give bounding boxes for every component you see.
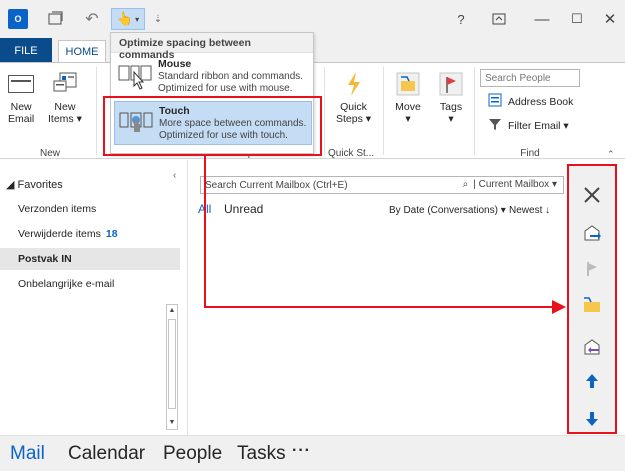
unread-count-badge: 18 [105, 228, 118, 240]
group-label-new: New [39, 148, 60, 159]
send-receive-icon[interactable] [46, 8, 66, 30]
flag-icon [438, 71, 464, 96]
quick-steps-button[interactable]: Quick Steps ▾ [336, 71, 371, 125]
help-button[interactable]: ? [448, 6, 474, 32]
search-scope-dropdown[interactable]: | Current Mailbox ▾ [473, 179, 557, 190]
outlook-logo-icon: O [8, 9, 28, 29]
ribbon-display-options-icon[interactable] [486, 6, 512, 32]
collapse-folder-pane-icon[interactable]: ‹ [173, 170, 176, 181]
search-icon[interactable]: ⌕ [463, 179, 469, 190]
folder-sent-items[interactable]: Verzonden items [0, 198, 180, 220]
folder-junk-email[interactable]: Onbelangrijke e-mail [0, 273, 180, 295]
close-icon[interactable]: ✕ [597, 6, 623, 32]
filter-unread[interactable]: Unread [224, 202, 263, 216]
folder-scrollbar[interactable]: ▲ ▼ [166, 304, 178, 430]
chevron-down-icon: ▾ [135, 14, 140, 24]
collapse-ribbon-icon[interactable]: ⌃ [607, 149, 615, 160]
sort-order-toggle[interactable]: Newest ↓ [509, 205, 550, 216]
filter-email-button[interactable]: Filter Email ▾ [488, 117, 569, 134]
message-list: Search Current Mailbox (Ctrl+E) ⌕ | Curr… [189, 160, 567, 435]
folder-inbox[interactable]: Postvak IN [0, 248, 180, 270]
mouse-mode-icon [118, 60, 152, 92]
group-separator [383, 67, 384, 155]
address-book-icon [488, 93, 502, 110]
new-email-button[interactable]: New Email [8, 71, 34, 125]
favorites-header[interactable]: ◢ Favorites [6, 178, 63, 191]
folder-deleted-items[interactable]: Verwijderde items 18 [0, 223, 180, 245]
touch-mouse-mode-button[interactable]: 👆 ▾ [111, 8, 145, 30]
new-items-button[interactable]: New Items ▾ [48, 71, 82, 125]
group-separator [324, 67, 325, 155]
sort-by-dropdown[interactable]: By Date (Conversations) ▾ [389, 205, 506, 216]
navigation-bar: Mail Calendar People Tasks ··· [0, 435, 625, 471]
annotation-highlight-touch-option [103, 96, 322, 156]
lightning-icon [341, 71, 367, 96]
filter-all[interactable]: All [198, 202, 211, 216]
search-people-input[interactable] [480, 69, 580, 87]
move-button[interactable]: Move ▾ [395, 71, 421, 125]
scroll-up-icon[interactable]: ▲ [167, 305, 177, 317]
menu-header: Optimize spacing between commands [111, 33, 313, 61]
annotation-highlight-touch-bar [567, 164, 617, 434]
tags-button[interactable]: Tags ▾ [438, 71, 464, 125]
minimize-icon[interactable]: — [529, 6, 555, 32]
group-separator [96, 67, 97, 155]
mail-icon [8, 71, 35, 95]
maximize-icon[interactable]: ☐ [564, 6, 590, 32]
customize-qat-icon[interactable]: ⇣ [150, 8, 166, 30]
new-items-icon [52, 71, 78, 95]
tab-home[interactable]: HOME [58, 40, 106, 63]
scroll-thumb[interactable] [168, 319, 176, 409]
nav-people[interactable]: People [163, 443, 222, 465]
scroll-down-icon[interactable]: ▼ [167, 417, 177, 429]
group-label-find: Find [520, 148, 540, 159]
undo-icon[interactable]: ↶ [82, 8, 102, 30]
nav-mail[interactable]: Mail [10, 443, 45, 465]
menu-item-mouse[interactable]: Mouse Standard ribbon and commands. Opti… [114, 55, 312, 99]
address-book-button[interactable]: Address Book [488, 93, 573, 110]
folder-pane: ‹ ◢ Favorites Verzonden items Verwijderd… [0, 160, 188, 435]
group-separator [474, 67, 475, 155]
nav-more-icon[interactable]: ··· [292, 442, 311, 460]
search-mailbox-input[interactable]: Search Current Mailbox (Ctrl+E) ⌕ | Curr… [200, 176, 564, 194]
nav-calendar[interactable]: Calendar [68, 443, 145, 465]
hand-pointer-icon: 👆 [116, 11, 134, 26]
filter-funnel-icon [488, 117, 502, 134]
tab-file[interactable]: FILE [0, 38, 52, 63]
move-folder-icon [395, 71, 421, 96]
nav-tasks[interactable]: Tasks [237, 443, 286, 465]
